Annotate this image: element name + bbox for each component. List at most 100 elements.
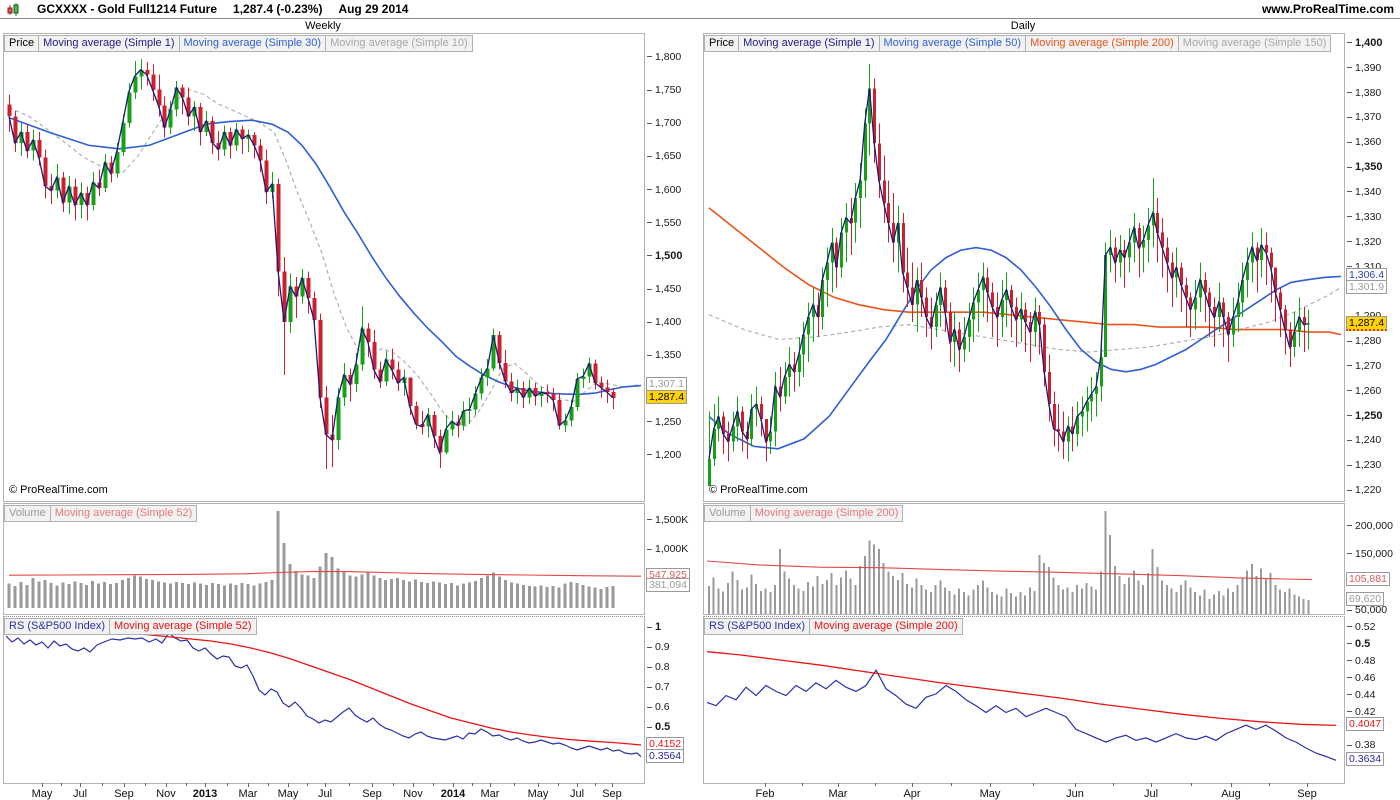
y-axis-tick[interactable]: 0.38 xyxy=(1347,739,1375,751)
y-axis-tick[interactable]: 1,260 xyxy=(1347,385,1381,397)
left-rs-panel-canvas[interactable] xyxy=(4,617,644,783)
y-axis-tick[interactable]: 0.5 xyxy=(647,721,670,733)
y-axis-tick[interactable]: 0.7 xyxy=(647,681,670,693)
y-axis-tick[interactable]: 150,000 xyxy=(1347,548,1393,560)
right-rs-legend-item[interactable]: Moving average (Simple 200) xyxy=(809,618,963,635)
right-rs-legend-item[interactable]: RS (S&P500 Index) xyxy=(704,618,810,635)
x-tick-mark xyxy=(453,783,454,787)
x-axis-label: Jun xyxy=(1066,788,1084,800)
y-axis-tick[interactable]: 1,400 xyxy=(1347,37,1383,49)
y-axis-tick[interactable]: 1,380 xyxy=(1347,87,1381,99)
y-axis-tick[interactable]: 1,280 xyxy=(1347,335,1381,347)
right-rs-panel-canvas[interactable] xyxy=(704,617,1344,783)
y-axis-tick[interactable]: 1,240 xyxy=(1347,434,1381,446)
right-rs-panel[interactable]: RS (S&P500 Index) Moving average (Simple … xyxy=(703,616,1345,784)
y-axis-tick[interactable]: 1,700 xyxy=(647,117,681,129)
y-axis-tick[interactable]: 1,200 xyxy=(647,449,681,461)
y-axis-tick[interactable]: 0.5 xyxy=(1347,638,1370,650)
right-x-axis[interactable]: Feb Mar Apr May Jun Jul Aug Sep xyxy=(703,783,1343,800)
y-axis-tick[interactable]: 1,340 xyxy=(1347,186,1381,198)
y-axis-tick[interactable]: 1,800 xyxy=(647,51,681,63)
x-axis-label: Nov xyxy=(156,788,176,800)
left-volume-legend-item[interactable]: Moving average (Simple 52) xyxy=(49,505,198,522)
right-price-legend: Price Moving average (Simple 1) Moving ave… xyxy=(704,35,1332,52)
value-box-gray: 381,094 xyxy=(646,577,690,592)
x-minor-tick-mark xyxy=(227,783,228,786)
y-axis-tick[interactable]: 1,320 xyxy=(1347,236,1381,248)
y-axis-tick[interactable]: 0.8 xyxy=(647,661,670,673)
y-axis-tick[interactable]: 200,000 xyxy=(1347,520,1393,532)
x-axis-label: Jul xyxy=(569,788,585,800)
x-tick-mark xyxy=(1307,783,1308,787)
y-axis-tick[interactable]: 1,600 xyxy=(647,184,681,196)
y-axis-tick[interactable]: 1,250 xyxy=(1347,410,1383,422)
left-price-legend-item[interactable]: Moving average (Simple 10) xyxy=(325,35,473,52)
y-axis-tick[interactable]: 1,270 xyxy=(1347,360,1381,372)
site-link[interactable]: www.ProRealTime.com xyxy=(1262,2,1394,16)
left-rs-legend-item[interactable]: Moving average (Simple 52) xyxy=(109,618,257,635)
x-minor-tick-mark xyxy=(1269,783,1270,786)
value-box-gray: 69,620 xyxy=(1346,592,1385,607)
y-axis-tick[interactable]: 0.9 xyxy=(647,641,670,653)
y-axis-tick[interactable]: 1,370 xyxy=(1347,111,1381,123)
y-axis-tick[interactable]: 0.44 xyxy=(1347,689,1375,701)
right-price-panel[interactable]: Price Moving average (Simple 1) Moving ave… xyxy=(703,33,1345,502)
y-axis-tick[interactable]: 1,500K xyxy=(647,514,688,526)
y-axis-tick[interactable]: 0.46 xyxy=(1347,672,1375,684)
y-axis-tick[interactable]: 0.48 xyxy=(1347,655,1375,667)
y-axis-tick[interactable]: 1,230 xyxy=(1347,459,1381,471)
x-axis-label: 2013 xyxy=(192,788,218,800)
y-axis-tick[interactable]: 1,250 xyxy=(647,416,681,428)
right-price-panel-canvas[interactable] xyxy=(704,34,1344,501)
right-price-legend-item[interactable]: Moving average (Simple 150) xyxy=(1177,35,1332,52)
y-axis-tick[interactable]: 0.6 xyxy=(647,701,670,713)
y-axis-tick[interactable]: 1,500 xyxy=(647,250,683,262)
y-axis-tick[interactable]: 1,350 xyxy=(647,349,681,361)
x-tick-mark xyxy=(838,783,839,787)
left-price-legend-item[interactable]: Moving average (Simple 30) xyxy=(178,35,327,52)
y-axis-tick[interactable]: 1,220 xyxy=(1347,484,1381,496)
value-box-yellow: 1,287.4 xyxy=(646,389,688,404)
volume-bars xyxy=(7,511,615,609)
left-rs-legend-item[interactable]: RS (S&P500 Index) xyxy=(4,618,110,635)
right-price-legend-item[interactable]: Moving average (Simple 1) xyxy=(738,35,880,52)
left-price-legend-item[interactable]: Moving average (Simple 1) xyxy=(38,35,180,52)
y-axis-tick[interactable]: 1,550 xyxy=(647,217,681,229)
left-price-legend-item[interactable]: Price xyxy=(4,35,40,52)
right-volume-legend-item[interactable]: Moving average (Simple 200) xyxy=(749,505,904,522)
x-axis-label: Jul xyxy=(1143,788,1159,800)
value-box-gray: 1,301.9 xyxy=(1346,279,1388,294)
x-tick-mark xyxy=(166,783,167,787)
y-axis-tick[interactable]: 1,450 xyxy=(647,283,681,295)
x-tick-mark xyxy=(288,783,289,787)
left-price-panel[interactable]: Price Moving average (Simple 1) Moving ave… xyxy=(3,33,645,502)
y-axis-tick[interactable]: 1,000K xyxy=(647,543,688,555)
x-minor-tick-mark xyxy=(393,783,394,786)
y-axis-tick[interactable]: 1,330 xyxy=(1347,211,1381,223)
left-volume-panel[interactable]: Volume Moving average (Simple 52) xyxy=(3,503,645,615)
y-axis-tick[interactable]: 1,650 xyxy=(647,150,681,162)
y-axis-tick[interactable]: 1,350 xyxy=(1347,161,1383,173)
y-axis-tick[interactable]: 0.52 xyxy=(1347,621,1375,633)
right-volume-legend-item[interactable]: Volume xyxy=(704,505,751,522)
left-rs-panel[interactable]: RS (S&P500 Index) Moving average (Simple … xyxy=(3,616,645,784)
left-x-axis[interactable]: May Jul Sep Nov 2013 Mar May Jul Sep Nov 2014 Mar Ma… xyxy=(3,783,643,800)
candlestick-logo-icon xyxy=(7,2,19,16)
right-price-legend-item[interactable]: Moving average (Simple 50) xyxy=(878,35,1027,52)
y-axis-tick[interactable]: 1,400 xyxy=(647,316,681,328)
y-axis-tick[interactable]: 0.42 xyxy=(1347,706,1375,718)
y-axis-tick[interactable]: 1,750 xyxy=(647,84,681,96)
x-tick-mark xyxy=(538,783,539,787)
right-price-legend-item[interactable]: Moving average (Simple 200) xyxy=(1025,35,1179,52)
value-box-gray: 1,307.1 xyxy=(646,376,688,391)
right-price-legend-item[interactable]: Price xyxy=(704,35,740,52)
x-axis-label: 2014 xyxy=(440,788,466,800)
y-axis-tick[interactable]: 1,360 xyxy=(1347,136,1381,148)
candles xyxy=(708,63,1310,487)
y-axis-tick[interactable]: 1,390 xyxy=(1347,62,1381,74)
left-volume-legend-item[interactable]: Volume xyxy=(4,505,51,522)
symbol-title: GCXXXX - Gold Full1214 Future xyxy=(37,2,218,16)
right-volume-panel[interactable]: Volume Moving average (Simple 200) xyxy=(703,503,1345,615)
y-axis-tick[interactable]: 1 xyxy=(647,621,661,633)
left-price-panel-canvas[interactable] xyxy=(4,34,644,501)
